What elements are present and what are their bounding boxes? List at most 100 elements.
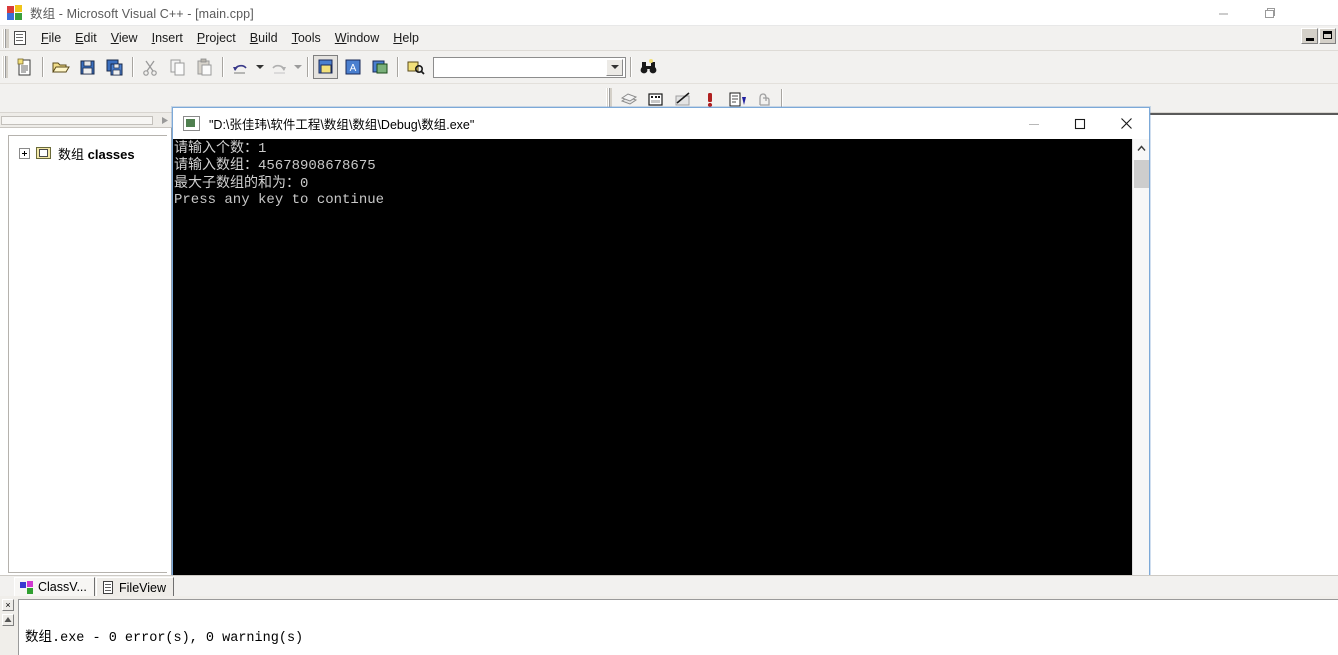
- save-button[interactable]: [75, 55, 100, 79]
- console-line: 请输入个数：1: [174, 140, 384, 157]
- undo-button[interactable]: [228, 55, 253, 79]
- save-all-button[interactable]: [102, 55, 127, 79]
- class-view-tree[interactable]: 数组 classes: [8, 135, 167, 573]
- tab-fileview[interactable]: FileView: [96, 577, 175, 597]
- menu-item-project[interactable]: Project: [190, 28, 243, 48]
- close-button[interactable]: [1292, 0, 1338, 26]
- console-close-button[interactable]: [1103, 108, 1149, 139]
- toolbar-separator: [307, 57, 308, 77]
- console-window[interactable]: "D:\张佳玮\软件工程\数组\数组\Debug\数组.exe" 请输入个数：1…: [172, 107, 1150, 620]
- menu-item-build[interactable]: Build: [243, 28, 285, 48]
- menu-item-edit[interactable]: Edit: [68, 28, 104, 48]
- output-toggle-button[interactable]: A: [340, 55, 365, 79]
- find-input[interactable]: [434, 58, 606, 76]
- tree-item-label-cjk: 数组: [58, 148, 85, 163]
- mdi-restore-button[interactable]: [1319, 28, 1336, 44]
- console-output-area[interactable]: 请输入个数：1 请输入数组：45678908678675 最大子数组的和为：0 Pre…: [173, 139, 1149, 619]
- workspace-toggle-button[interactable]: [313, 55, 338, 79]
- find-in-files-button[interactable]: [636, 55, 661, 79]
- output-line-rest: .exe - 0 error(s), 0 warning(s): [52, 631, 304, 646]
- menu-item-file[interactable]: File: [34, 28, 68, 48]
- tree-item-classes[interactable]: 数组 classes: [19, 144, 167, 163]
- console-scroll-up-button[interactable]: [1133, 139, 1150, 157]
- window-list-button[interactable]: [367, 55, 392, 79]
- build-icon: [647, 92, 663, 106]
- new-document-button[interactable]: [12, 55, 37, 79]
- menu-item-view[interactable]: View: [104, 28, 145, 48]
- console-title-part: 软件工程: [270, 117, 321, 132]
- workspace-horizontal-scrollbar[interactable]: [0, 113, 172, 128]
- console-line: Press any key to continue: [174, 192, 384, 208]
- console-scroll-thumb[interactable]: [1134, 160, 1149, 188]
- scrollbar-track[interactable]: [1, 116, 153, 125]
- minimize-icon: [1029, 123, 1039, 125]
- console-minimize-button[interactable]: [1011, 108, 1057, 139]
- console-title-part: 数组: [352, 117, 378, 132]
- ide-title-project: 数组: [30, 6, 56, 21]
- menu-item-window[interactable]: Window: [328, 28, 386, 48]
- redo-button[interactable]: [266, 55, 291, 79]
- console-title-part: 数组: [421, 117, 447, 132]
- output-scroll-up-button[interactable]: [2, 614, 14, 626]
- toolbar-grip-handle[interactable]: [2, 56, 8, 78]
- output-toggle-icon: A: [345, 59, 360, 75]
- console-scrollbar[interactable]: [1132, 139, 1149, 619]
- workspace-panel: 数组 classes: [0, 113, 172, 575]
- scroll-right-button[interactable]: [158, 115, 170, 126]
- vc-logo-icon: [7, 4, 23, 21]
- output-line-cjk: 数组: [25, 629, 52, 645]
- console-line-cjk: 请输入个数：: [174, 140, 258, 156]
- toolbar-separator: [222, 57, 223, 77]
- console-line-text: Press any key to continue: [174, 191, 385, 208]
- minimize-button[interactable]: [1200, 0, 1246, 26]
- console-title-bar[interactable]: "D:\张佳玮\软件工程\数组\数组\Debug\数组.exe": [173, 108, 1149, 139]
- open-file-button[interactable]: [48, 55, 73, 79]
- menu-grip-handle[interactable]: [2, 28, 9, 48]
- paste-button[interactable]: [192, 55, 217, 79]
- find-button[interactable]: [403, 55, 428, 79]
- undo-dropdown-button[interactable]: [254, 55, 265, 79]
- class-folder-icon: [35, 146, 53, 161]
- paste-icon: [197, 58, 212, 75]
- find-combo-dropdown-button[interactable]: [606, 58, 623, 76]
- svg-text:A: A: [349, 63, 356, 74]
- maximize-icon: [1264, 7, 1275, 18]
- console-line-text: 0: [300, 175, 309, 192]
- console-title-part: "D:\: [209, 118, 230, 132]
- output-text-area[interactable]: 数组.exe - 0 error(s), 0 warning(s): [18, 599, 1338, 655]
- close-icon: [1120, 118, 1132, 129]
- maximize-button[interactable]: [1246, 0, 1292, 26]
- page-title: 数组 - Microsoft Visual C++ - [main.cpp]: [30, 3, 254, 22]
- console-line-text: 45678908678675: [258, 158, 376, 175]
- cut-button[interactable]: [138, 55, 163, 79]
- ide-title-bar: 数组 - Microsoft Visual C++ - [main.cpp]: [0, 0, 1338, 26]
- insert-breakpoint-icon: [758, 92, 770, 106]
- go-icon: [729, 92, 746, 106]
- menu-item-tools[interactable]: Tools: [285, 28, 328, 48]
- console-maximize-button[interactable]: [1057, 108, 1103, 139]
- tab-classview[interactable]: ClassV...: [14, 577, 95, 597]
- menu-item-insert[interactable]: Insert: [145, 28, 190, 48]
- output-close-button[interactable]: ×: [2, 599, 14, 611]
- save-all-icon: [106, 59, 123, 75]
- new-document-icon: [17, 58, 31, 75]
- mdi-minimize-button[interactable]: [1301, 28, 1318, 44]
- chevron-down-icon: [255, 65, 264, 69]
- close-icon: [1310, 8, 1320, 18]
- copy-button[interactable]: [165, 55, 190, 79]
- console-text-content: 请输入个数：1 请输入数组：45678908678675 最大子数组的和为：0 Pre…: [174, 140, 384, 208]
- console-line: 请输入数组：45678908678675: [174, 157, 384, 174]
- redo-dropdown-button[interactable]: [292, 55, 303, 79]
- console-title-part: \Debug\: [377, 118, 422, 132]
- menu-item-help[interactable]: Help: [386, 28, 426, 48]
- minimize-icon: [1218, 13, 1228, 14]
- output-pane: × 数组.exe - 0 error(s), 0 warning(s): [0, 596, 1338, 655]
- compile-icon: [620, 92, 637, 105]
- tab-classview-label: ClassV...: [38, 580, 87, 594]
- binoculars-icon: [640, 59, 656, 74]
- find-combo-box[interactable]: [433, 56, 626, 78]
- expand-toggle-icon[interactable]: [19, 148, 30, 159]
- save-icon: [80, 60, 95, 74]
- tree-item-label-en: classes: [84, 147, 135, 162]
- console-line: 最大子数组的和为：0: [174, 175, 384, 192]
